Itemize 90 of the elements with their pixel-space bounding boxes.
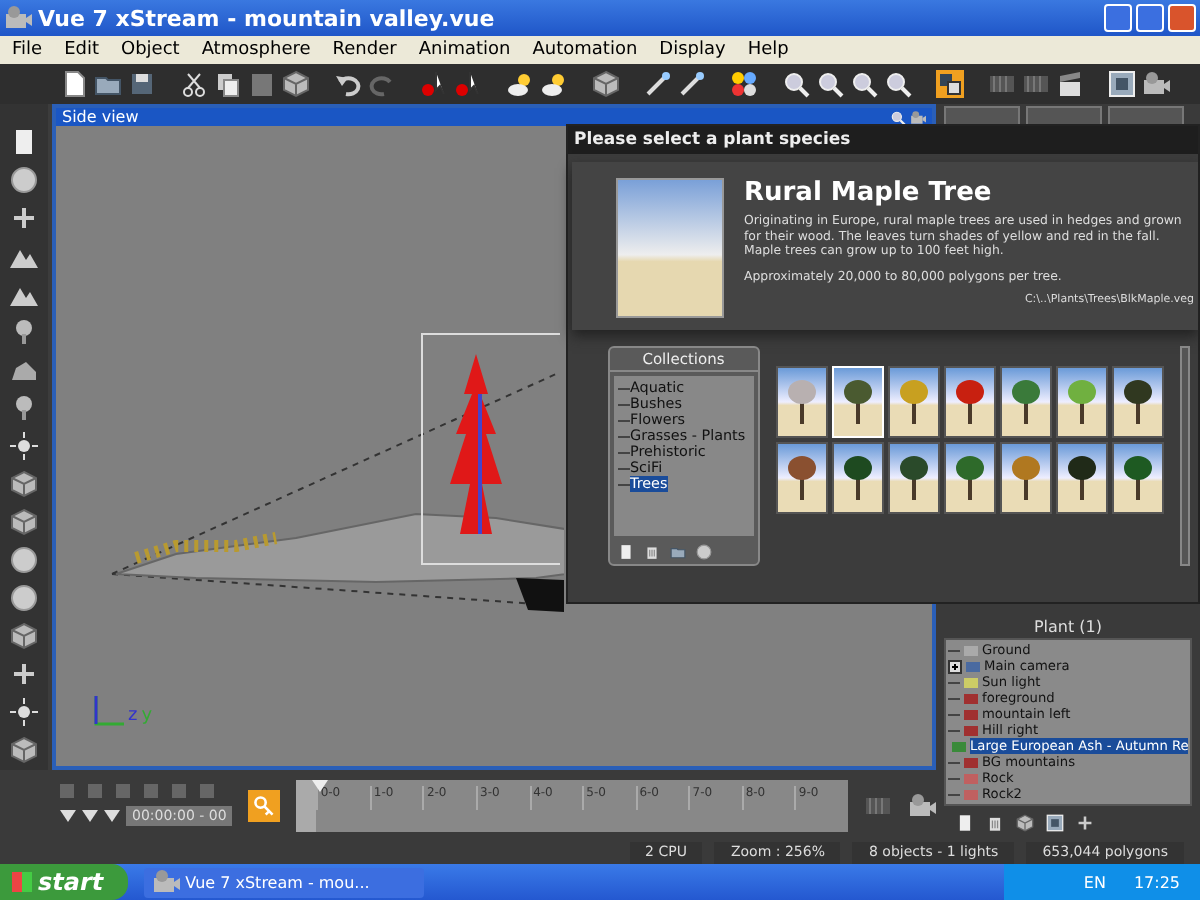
language-indicator[interactable]: EN bbox=[1083, 873, 1106, 891]
menu-item[interactable]: Edit bbox=[64, 40, 99, 60]
scrollbar[interactable] bbox=[1179, 346, 1190, 566]
menu-item[interactable]: Help bbox=[747, 40, 789, 60]
axes-icon bbox=[92, 694, 124, 726]
frame-icon[interactable] bbox=[1108, 70, 1136, 98]
panel-header: Plant (1) bbox=[1031, 616, 1105, 638]
menu-item[interactable]: Automation bbox=[532, 40, 638, 60]
sun-icon[interactable] bbox=[10, 432, 38, 460]
menu-item[interactable]: Atmosphere bbox=[201, 40, 311, 60]
sphere-icon[interactable] bbox=[10, 546, 38, 574]
wand-icon[interactable] bbox=[644, 70, 672, 98]
undo-icon[interactable] bbox=[334, 70, 362, 98]
menu-item[interactable]: Render bbox=[332, 40, 397, 60]
save-icon[interactable] bbox=[128, 70, 156, 98]
plant-thumbnail[interactable] bbox=[999, 442, 1051, 514]
plant-thumbnail[interactable] bbox=[887, 366, 939, 438]
axis-label: y bbox=[141, 708, 153, 726]
clapperboard-icon[interactable] bbox=[1056, 70, 1084, 98]
windows-flag-icon bbox=[12, 872, 32, 892]
menu-item[interactable]: Animation bbox=[418, 40, 511, 60]
tree-icon[interactable] bbox=[10, 318, 38, 346]
tree-icon[interactable] bbox=[10, 394, 38, 422]
plant-thumbnail[interactable] bbox=[1111, 442, 1163, 514]
page-icon[interactable] bbox=[618, 544, 634, 560]
taskbar-button[interactable]: Vue 7 xStream - mou... bbox=[143, 867, 424, 897]
plant-thumbnail[interactable] bbox=[775, 442, 827, 514]
magnifier-icon[interactable] bbox=[884, 70, 912, 98]
minimize-button[interactable] bbox=[1104, 4, 1132, 32]
pointer-icon[interactable] bbox=[420, 70, 448, 98]
photo-placeholder bbox=[616, 178, 724, 318]
sun-icon[interactable] bbox=[10, 698, 38, 726]
magnifier-icon[interactable] bbox=[782, 70, 810, 98]
pointer-icon[interactable] bbox=[454, 70, 482, 98]
cube-icon[interactable] bbox=[282, 70, 310, 98]
cube-icon[interactable] bbox=[10, 622, 38, 650]
close-button[interactable] bbox=[1168, 4, 1196, 32]
restore-button[interactable] bbox=[1136, 4, 1164, 32]
magnifier-icon[interactable] bbox=[816, 70, 844, 98]
copy-icon[interactable] bbox=[214, 70, 242, 98]
sun-cloud-icon[interactable] bbox=[506, 70, 534, 98]
page-icon[interactable] bbox=[956, 814, 974, 832]
clock: 17:25 bbox=[1133, 873, 1180, 891]
cube-icon[interactable] bbox=[10, 736, 38, 764]
plus-icon[interactable] bbox=[1076, 814, 1094, 832]
plant-thumbnail[interactable] bbox=[1055, 442, 1107, 514]
menu-item[interactable]: Display bbox=[659, 40, 726, 60]
plus-icon[interactable] bbox=[10, 204, 38, 232]
cube-icon[interactable] bbox=[1016, 814, 1034, 832]
expander[interactable] bbox=[948, 659, 962, 673]
view-tab[interactable] bbox=[1108, 106, 1184, 126]
playhead[interactable] bbox=[312, 779, 329, 791]
folder-icon[interactable] bbox=[670, 544, 686, 560]
cube-icon[interactable] bbox=[10, 470, 38, 498]
view-tab[interactable] bbox=[944, 106, 1020, 126]
wand-icon[interactable] bbox=[678, 70, 706, 98]
cut-icon[interactable] bbox=[180, 70, 208, 98]
dots-icon[interactable] bbox=[730, 70, 758, 98]
plant-thumbnail[interactable] bbox=[999, 366, 1051, 438]
menu-item[interactable]: File bbox=[12, 40, 43, 60]
document-icon[interactable] bbox=[60, 70, 88, 98]
viewport-title: Side view bbox=[62, 108, 139, 126]
view-tab[interactable] bbox=[1026, 106, 1102, 126]
plant-thumbnail[interactable] bbox=[887, 442, 939, 514]
plant-thumbnail[interactable] bbox=[943, 442, 995, 514]
plus-icon[interactable] bbox=[10, 660, 38, 688]
plant-thumbnail[interactable] bbox=[1111, 366, 1163, 438]
menu-item[interactable]: Object bbox=[121, 40, 180, 60]
plant-thumbnail[interactable] bbox=[1055, 366, 1107, 438]
view-toggle-icon[interactable] bbox=[936, 70, 964, 98]
sun-cloud-icon[interactable] bbox=[540, 70, 568, 98]
trash-icon[interactable] bbox=[644, 544, 660, 560]
dialog-title: Please select a plant species bbox=[568, 126, 1198, 154]
magnifier-icon[interactable] bbox=[890, 109, 906, 125]
magnifier-icon[interactable] bbox=[850, 70, 878, 98]
sphere-icon[interactable] bbox=[10, 584, 38, 612]
start-button[interactable]: start bbox=[0, 864, 128, 900]
page-icon[interactable] bbox=[10, 128, 38, 156]
cube-icon[interactable] bbox=[592, 70, 620, 98]
cube-icon[interactable] bbox=[10, 508, 38, 536]
trash-icon[interactable] bbox=[986, 814, 1004, 832]
window-title: Vue 7 xStream - mountain valley.vue bbox=[38, 5, 497, 31]
plant-thumbnail[interactable] bbox=[831, 442, 883, 514]
sphere-icon[interactable] bbox=[696, 544, 712, 560]
frame-icon[interactable] bbox=[1046, 814, 1064, 832]
plant-thumbnail[interactable] bbox=[775, 366, 827, 438]
plant-thumbnail[interactable] bbox=[943, 366, 995, 438]
film-icon[interactable] bbox=[988, 70, 1016, 98]
sphere-icon[interactable] bbox=[10, 166, 38, 194]
axis-label: z bbox=[128, 708, 138, 726]
